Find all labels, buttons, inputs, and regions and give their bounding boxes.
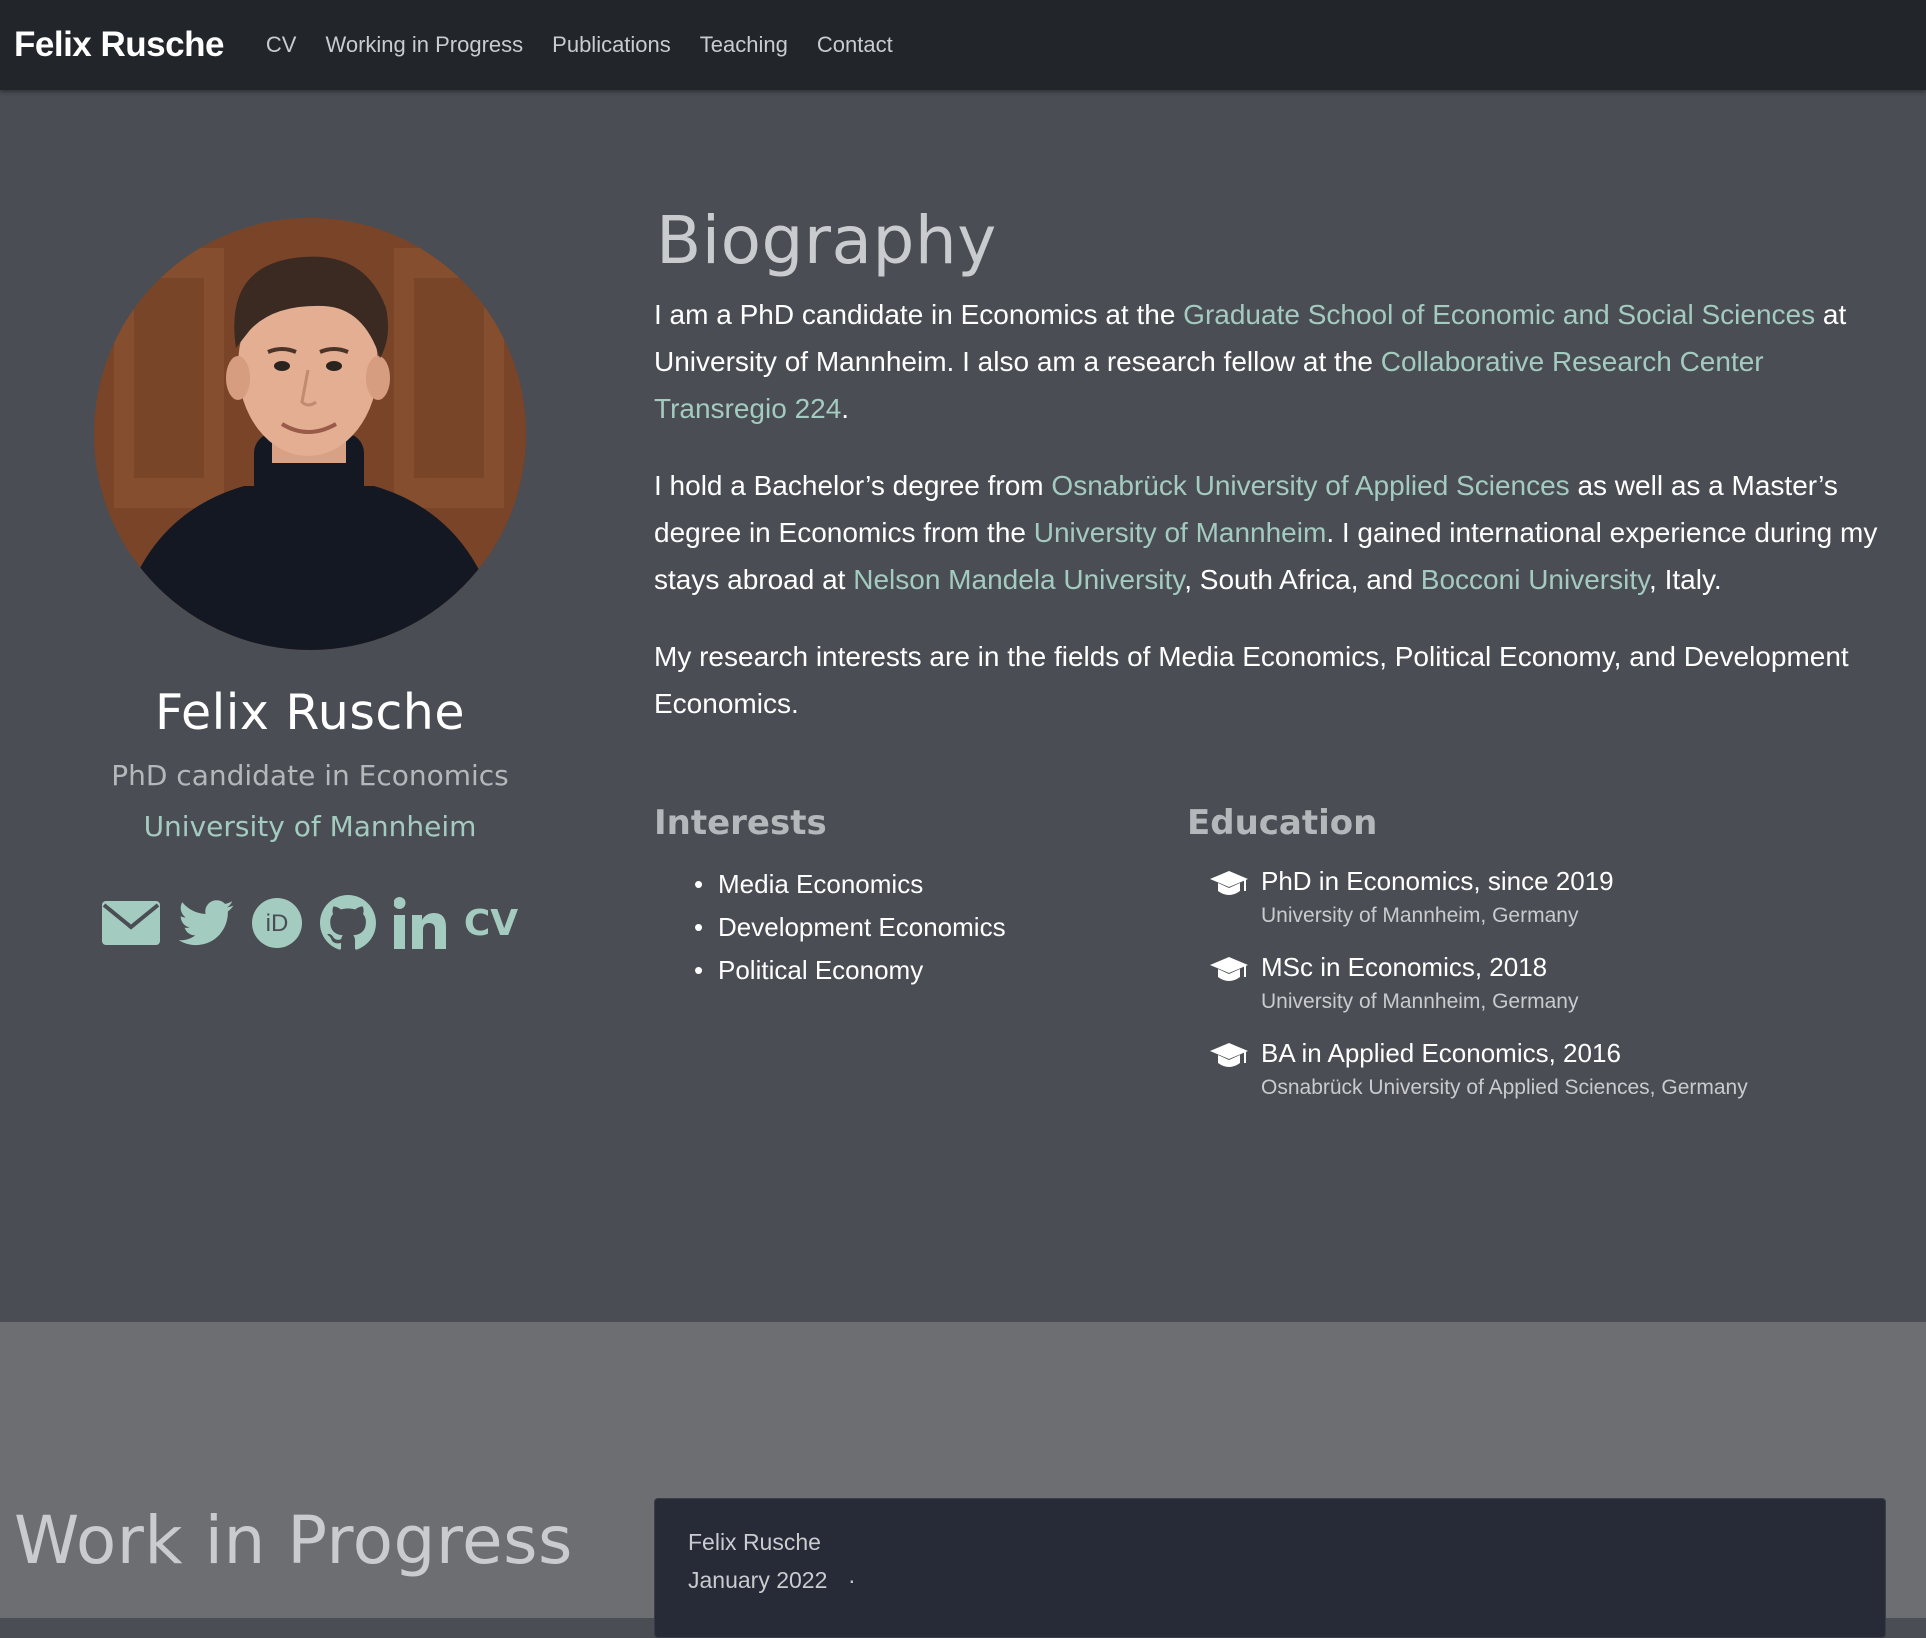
education-course: PhD in Economics, since 2019 [1261,866,1614,896]
education-list: PhD in Economics, since 2019 University … [1209,863,1867,1105]
brand-link[interactable]: Felix Rusche [14,25,224,65]
list-item: BA in Applied Economics, 2016 Osnabrück … [1209,1035,1867,1105]
cv-icon[interactable]: CV [464,903,518,944]
wip-separator: · [848,1567,856,1593]
bio-text: , Italy. [1649,564,1722,595]
nav-link-contact[interactable]: Contact [817,32,893,58]
list-item: Media Economics [694,863,1187,906]
interests-education: Interests Media Economics Development Ec… [654,803,1884,1121]
nav-link-teaching[interactable]: Teaching [700,32,788,58]
list-item: Development Economics [694,906,1187,949]
list-item: Political Economy [694,949,1187,992]
bio-text: I am a PhD candidate in Economics at the [654,299,1184,330]
osnabrueck-link[interactable]: Osnabrück University of Applied Sciences [1051,470,1569,501]
work-in-progress-section: Work in Progress Felix Rusche January 20… [0,1322,1926,1638]
linkedin-icon[interactable] [393,897,446,949]
education-institution: University of Mannheim, Germany [1261,904,1579,927]
biography-text: I am a PhD candidate in Economics at the… [654,291,1884,727]
bio-paragraph-1: I am a PhD candidate in Economics at the… [654,291,1884,432]
bocconi-link[interactable]: Bocconi University [1421,564,1649,595]
svg-text:iD: iD [266,910,289,937]
github-icon[interactable] [319,895,376,951]
profile-role: PhD candidate in Economics [111,759,509,792]
nelson-mandela-link[interactable]: Nelson Mandela University [853,564,1184,595]
about-section: Felix Rusche PhD candidate in Economics … [0,90,1926,1322]
bio-text: I hold a Bachelor’s degree from [654,470,1052,501]
nav-links: CV Working in Progress Publications Teac… [266,32,922,58]
main-content: Biography I am a PhD candidate in Econom… [654,202,1884,1121]
cv-icon-label: CV [463,902,519,944]
biography-title: Biography [656,202,997,279]
envelope-icon[interactable] [101,901,160,945]
orcid-icon[interactable]: iD [251,898,302,948]
profile-affiliation-link[interactable]: University of Mannheim [94,810,526,843]
bio-paragraph-3: My research interests are in the fields … [654,641,1849,719]
graduation-cap-icon [1209,949,1249,1019]
wip-title: Work in Progress [14,1502,573,1579]
nav-link-publications[interactable]: Publications [552,32,671,58]
wip-date: January 2022 [688,1567,828,1593]
bio-paragraph-2: I hold a Bachelor’s degree from Osnabrüc… [654,462,1884,603]
graduation-cap-icon [1209,863,1249,933]
education-column: Education PhD in Economics, since 2019 U… [1187,803,1867,1121]
education-title: Education [1187,803,1378,843]
interests-title: Interests [654,803,827,843]
nav-link-cv[interactable]: CV [266,32,297,58]
bio-text: , South Africa, and [1184,564,1421,595]
education-course: BA in Applied Economics, 2016 [1261,1038,1621,1068]
wip-author[interactable]: Felix Rusche [688,1529,821,1556]
education-institution: Osnabrück University of Applied Sciences… [1261,1076,1748,1099]
avatar [94,218,526,650]
mannheim-link[interactable]: University of Mannheim [1034,517,1327,548]
nav-link-working-in-progress[interactable]: Working in Progress [325,32,523,58]
profile-name: Felix Rusche [154,684,466,741]
education-course: MSc in Economics, 2018 [1261,952,1548,982]
graduation-cap-icon [1209,1035,1249,1105]
education-institution: University of Mannheim, Germany [1261,990,1579,1013]
avatar-photo [94,218,526,650]
list-item: PhD in Economics, since 2019 University … [1209,863,1867,933]
list-item: MSc in Economics, 2018 University of Man… [1209,949,1867,1019]
twitter-icon[interactable] [178,900,234,946]
profile-card: Felix Rusche PhD candidate in Economics … [94,218,526,951]
social-links: iD CV [94,895,526,951]
bio-text: . [841,393,850,424]
interests-column: Interests Media Economics Development Ec… [654,803,1187,1121]
gsess-link[interactable]: Graduate School of Economic and Social S… [1183,299,1815,330]
interests-list: Media Economics Development Economics Po… [694,863,1187,992]
navbar: Felix Rusche CV Working in Progress Publ… [0,0,1926,90]
wip-card[interactable]: Felix Rusche January 2022 · [654,1498,1886,1638]
